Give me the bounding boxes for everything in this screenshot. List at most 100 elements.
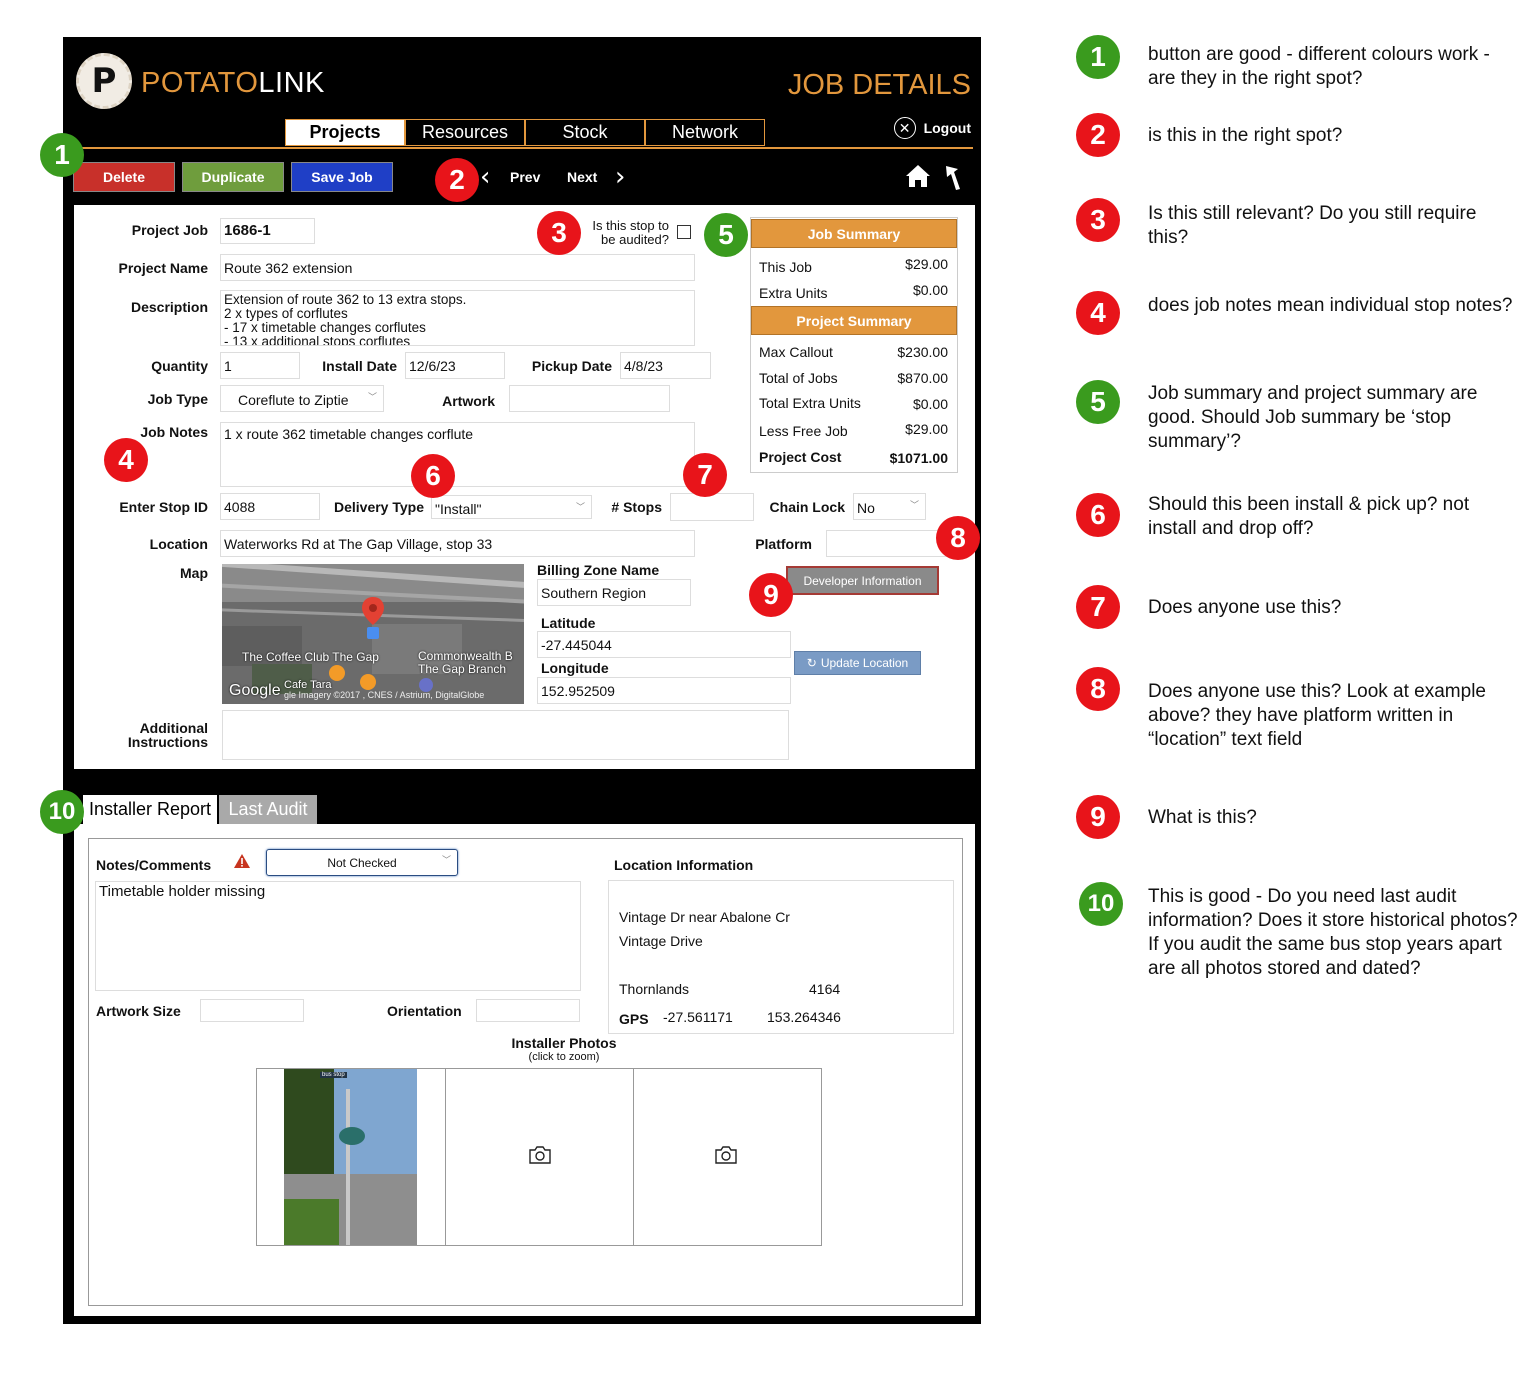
next-button[interactable]: Next xyxy=(567,169,597,185)
billing-zone-label: Billing Zone Name xyxy=(537,562,660,578)
note-2: is this in the right spot? xyxy=(1148,125,1343,146)
update-location-button[interactable]: ↻ Update Location xyxy=(794,651,921,675)
note-badge-10: 10 xyxy=(1079,882,1123,926)
annotation-badge-10: 10 xyxy=(40,790,84,834)
job-notes-label: Job Notes xyxy=(140,424,208,440)
note-5: Job summary and project summary are good… xyxy=(1148,383,1478,452)
audit-checkbox[interactable] xyxy=(677,225,691,239)
stops-label: # Stops xyxy=(611,499,662,515)
annotation-badge-4: 4 xyxy=(104,438,148,482)
chevron-down-icon: ﹀ xyxy=(575,502,585,512)
annotation-badge-3: 3 xyxy=(537,211,581,255)
install-date-field[interactable]: 12/6/23 xyxy=(405,352,505,379)
project-summary-row-label: Max Callout xyxy=(759,344,833,360)
camera-icon[interactable] xyxy=(528,1145,552,1165)
job-summary-row-label: Extra Units xyxy=(759,285,828,301)
delete-button[interactable]: Delete xyxy=(73,162,175,192)
note-badge-3: 3 xyxy=(1076,198,1120,242)
pickup-date-field[interactable]: 4/8/23 xyxy=(620,352,711,379)
map-label-bank: Commonwealth B The Gap Branch xyxy=(418,649,513,676)
map-view[interactable]: The Coffee Club The Gap Commonwealth B Th… xyxy=(222,564,524,704)
project-summary-row-value: $870.00 xyxy=(897,370,948,386)
note-8: Does anyone use this? Look at example ab… xyxy=(1148,681,1486,750)
location-line1: Vintage Dr near Abalone Cr xyxy=(619,909,790,925)
tab-resources[interactable]: Resources xyxy=(405,119,525,146)
annotation-badge-6: 6 xyxy=(411,454,455,498)
tab-last-audit[interactable]: Last Audit xyxy=(219,795,317,824)
location-information-box: Vintage Dr near Abalone Cr Vintage Drive… xyxy=(608,880,954,1034)
note-9: What is this? xyxy=(1148,807,1257,828)
project-summary-row-value: $0.00 xyxy=(912,396,948,412)
description-field[interactable]: Extension of route 362 to 13 extra stops… xyxy=(220,290,695,346)
logo-icon: P xyxy=(76,53,132,109)
quantity-label: Quantity xyxy=(151,358,208,374)
platform-label: Platform xyxy=(755,536,812,552)
job-type-select[interactable]: Coreflute to Ziptie ﹀ xyxy=(220,385,384,412)
quantity-field[interactable]: 1 xyxy=(220,352,300,379)
bus-stop-sign: bus stop xyxy=(320,1072,347,1078)
chevron-left-icon[interactable]: ‹ xyxy=(480,164,490,190)
home-icon[interactable] xyxy=(904,163,932,189)
latitude-field[interactable]: -27.445044 xyxy=(537,631,791,658)
installer-photos-title: Installer Photos xyxy=(511,1035,617,1051)
refresh-icon: ↻ xyxy=(806,656,817,670)
project-job-field[interactable]: 1686-1 xyxy=(220,218,315,244)
delivery-type-select[interactable]: "Install" ﹀ xyxy=(431,495,592,519)
chain-lock-select[interactable]: No ﹀ xyxy=(853,493,926,520)
note-3: Is this still relevant? Do you still req… xyxy=(1148,203,1477,248)
note-badge-4: 4 xyxy=(1076,291,1120,335)
tab-network[interactable]: Network xyxy=(645,119,765,146)
status-select[interactable]: Not Checked ﹀ xyxy=(266,849,458,876)
project-summary-row-label: Less Free Job xyxy=(759,423,848,439)
installer-photo-1[interactable]: bus stop xyxy=(284,1069,417,1245)
note-badge-7: 7 xyxy=(1076,585,1120,629)
additional-instructions-field[interactable] xyxy=(222,710,789,760)
project-summary-row-label: Total Extra Units xyxy=(759,395,861,411)
map-credits: gle Imagery ©2017 , CNES / Astrium, Digi… xyxy=(284,690,485,700)
chevron-down-icon: ﹀ xyxy=(909,500,919,510)
save-job-button[interactable]: Save Job xyxy=(291,162,393,192)
google-logo: Google xyxy=(229,682,281,699)
project-job-label: Project Job xyxy=(131,222,208,238)
tab-installer-report[interactable]: Installer Report xyxy=(83,795,217,824)
camera-icon[interactable] xyxy=(714,1145,738,1165)
artwork-field[interactable] xyxy=(509,385,670,412)
artwork-size-field[interactable] xyxy=(200,999,304,1022)
location-line2: Vintage Drive xyxy=(619,933,703,949)
tab-stock[interactable]: Stock xyxy=(525,119,645,146)
postcode: 4164 xyxy=(809,981,841,997)
cafe-marker-icon xyxy=(329,665,345,681)
chain-lock-label: Chain Lock xyxy=(769,499,845,515)
annotation-badge-1: 1 xyxy=(40,133,84,177)
back-arrow-icon[interactable] xyxy=(943,163,965,191)
map-label: Map xyxy=(180,565,208,581)
chevron-right-icon[interactable]: › xyxy=(615,164,625,190)
annotation-badge-7: 7 xyxy=(683,453,727,497)
orientation-label: Orientation xyxy=(387,1003,462,1019)
logout-button[interactable]: ✕ Logout xyxy=(893,117,971,139)
platform-field[interactable] xyxy=(826,530,950,557)
job-type-label: Job Type xyxy=(147,391,208,407)
project-cost-value: $1071.00 xyxy=(889,450,948,466)
tab-projects[interactable]: Projects xyxy=(285,119,405,146)
billing-zone-field[interactable]: Southern Region xyxy=(537,579,691,606)
project-name-field[interactable]: Route 362 extension xyxy=(220,254,695,281)
developer-information-button[interactable]: Developer Information xyxy=(786,566,939,595)
job-notes-field[interactable]: 1 x route 362 timetable changes corflute xyxy=(220,422,695,487)
prev-button[interactable]: Prev xyxy=(510,169,540,185)
project-summary-row-value: $230.00 xyxy=(897,344,948,360)
longitude-field[interactable]: 152.952509 xyxy=(537,677,791,704)
warning-icon xyxy=(234,854,250,868)
annotation-badge-9: 9 xyxy=(749,573,793,617)
stop-id-field[interactable]: 4088 xyxy=(220,493,320,520)
annotation-badge-5: 5 xyxy=(704,213,748,257)
orientation-field[interactable] xyxy=(476,999,580,1022)
duplicate-button[interactable]: Duplicate xyxy=(182,162,284,192)
close-circle-icon: ✕ xyxy=(893,117,916,139)
stops-field[interactable] xyxy=(670,493,754,521)
note-6: Should this been install & pick up? not … xyxy=(1148,494,1470,539)
location-field[interactable]: Waterworks Rd at The Gap Village, stop 3… xyxy=(220,530,695,557)
note-badge-8: 8 xyxy=(1076,667,1120,711)
notes-field[interactable]: Timetable holder missing xyxy=(95,881,581,991)
note-badge-9: 9 xyxy=(1076,795,1120,839)
